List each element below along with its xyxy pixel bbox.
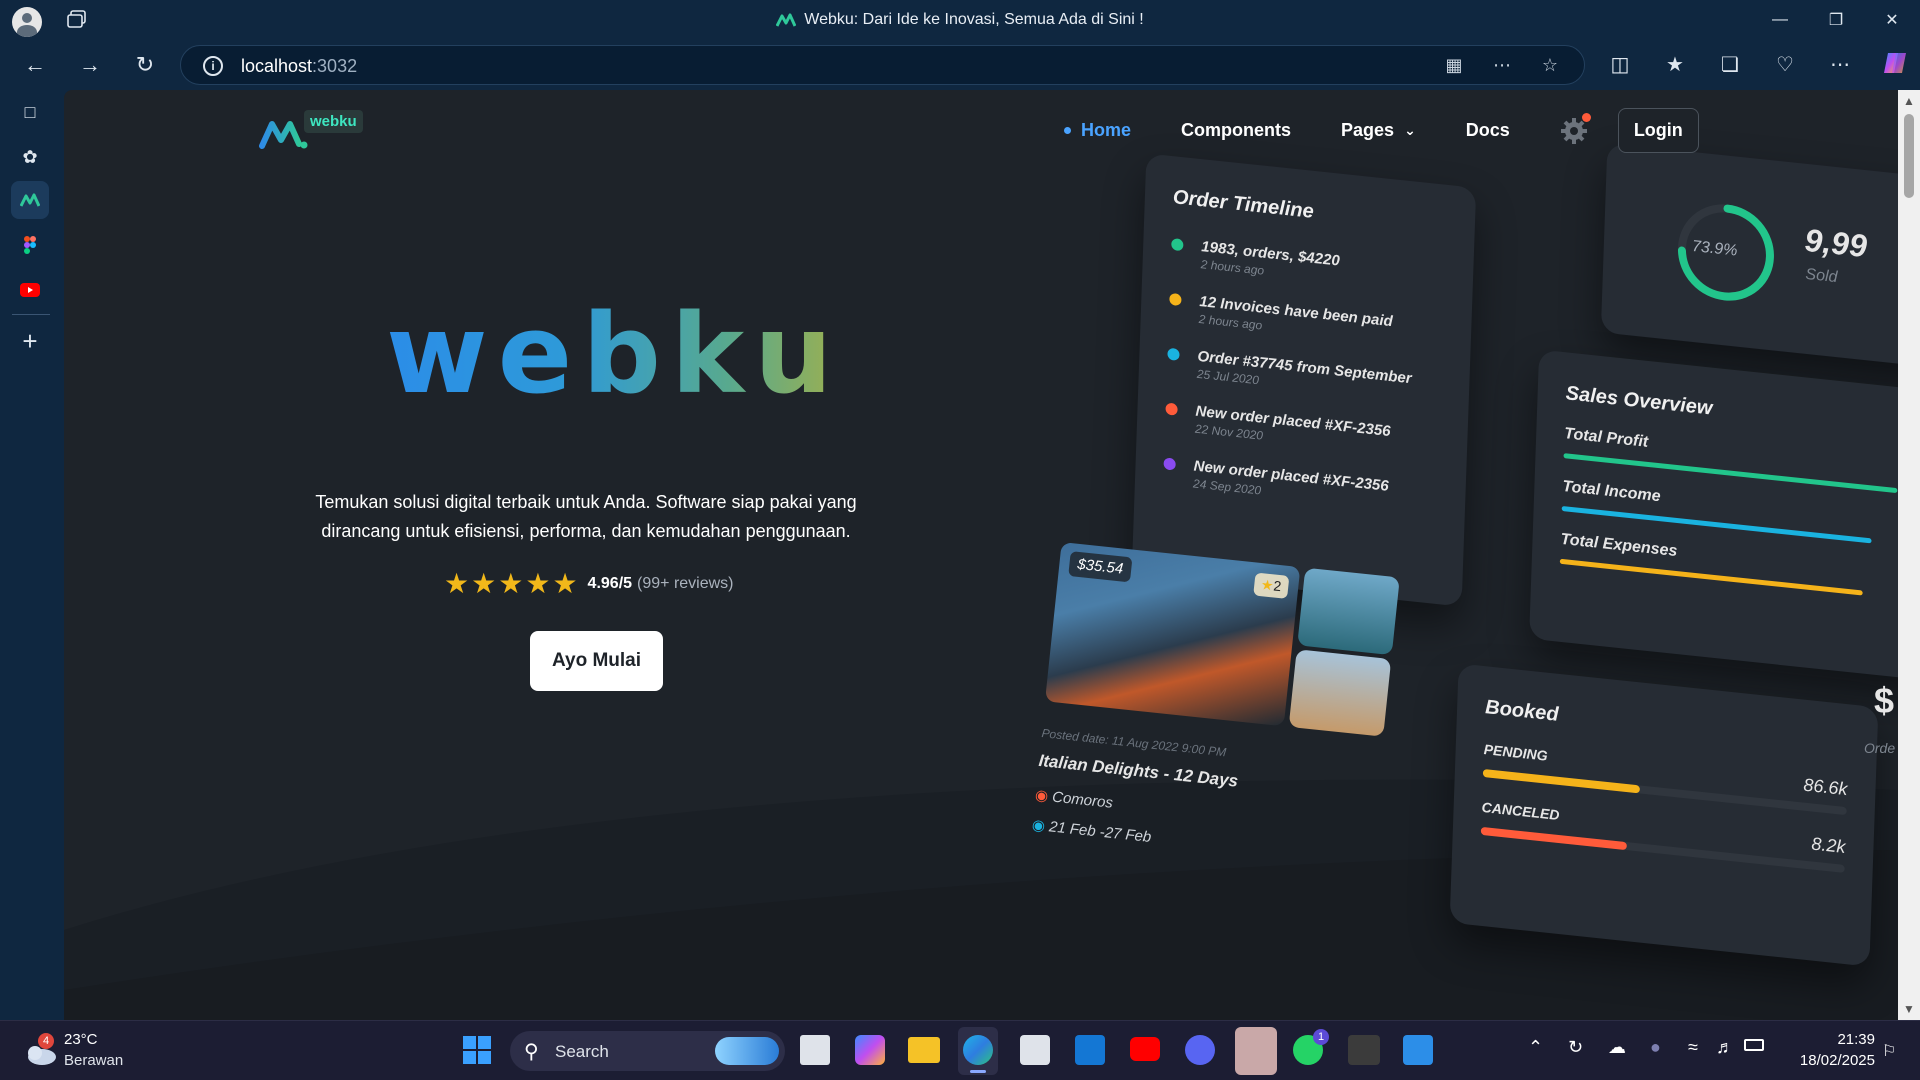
cta-button[interactable]: Ayo Mulai (530, 631, 663, 691)
favorite-star-icon[interactable]: ☆ (1539, 55, 1561, 77)
youtube-icon[interactable] (11, 271, 49, 309)
star-icon: ★ (552, 568, 578, 599)
logo-text: webku (304, 110, 363, 133)
main-nav: Home Components Pages ⌄ Docs Login (1064, 108, 1699, 153)
collections-icon[interactable]: ❏ (1715, 50, 1745, 80)
task-view-icon[interactable] (800, 1035, 830, 1065)
copilot-app-icon[interactable] (855, 1035, 885, 1065)
nav-components[interactable]: Components (1181, 120, 1291, 141)
weather-desc: Berawan (64, 1052, 124, 1069)
star-icon: ★ (444, 568, 470, 599)
page-viewport: Order Timeline 1983, orders, $4220 2 hour… (64, 90, 1898, 1020)
outlook-icon[interactable] (1075, 1035, 1105, 1065)
terminal-icon[interactable] (1348, 1035, 1380, 1065)
refresh-icon[interactable]: ↻ (130, 50, 160, 80)
store-icon[interactable] (1020, 1035, 1050, 1065)
vscode-icon[interactable] (1403, 1035, 1433, 1065)
figma-icon[interactable] (11, 226, 49, 264)
site-info-icon[interactable]: i (203, 56, 223, 76)
hero-subtitle: Temukan solusi digital terbaik untuk And… (315, 492, 857, 541)
file-explorer-icon[interactable] (908, 1037, 940, 1063)
rating: ★★★★★ 4.96/5 (99+ reviews) (444, 570, 734, 598)
address-bar[interactable]: i localhost:3032 ▦ ⋯ ☆ (180, 45, 1585, 85)
openai-icon[interactable]: ✿ (11, 138, 49, 176)
minimize-icon[interactable]: — (1752, 0, 1808, 40)
search-highlight-icon (715, 1037, 779, 1065)
settings-gear-icon[interactable] (1560, 112, 1591, 145)
webku-tab-icon[interactable] (11, 181, 49, 219)
active-app-icon[interactable] (1235, 1027, 1277, 1075)
whatsapp-badge: 1 (1313, 1029, 1329, 1045)
browser-essentials-icon[interactable]: ♡ (1770, 50, 1800, 80)
nav-docs[interactable]: Docs (1466, 120, 1510, 141)
notification-dot (1581, 112, 1591, 122)
weather-badge: 4 (38, 1033, 54, 1049)
back-icon[interactable]: ← (20, 50, 50, 80)
tab-actions-icon[interactable]: □ (11, 93, 49, 131)
browser-sidebar: □ ✿ + (0, 90, 62, 1020)
page-scrollbar[interactable]: ▲ ▼ (1898, 90, 1920, 1020)
apps-icon[interactable]: ▦ (1443, 55, 1465, 77)
browser-title-bar: Webku: Dari Ide ke Inovasi, Semua Ada di… (0, 0, 1920, 40)
favorites-icon[interactable]: ★ (1660, 50, 1690, 80)
close-icon[interactable]: ✕ (1864, 0, 1920, 40)
clock-time[interactable]: 21:39 (1780, 1031, 1875, 1048)
scroll-thumb[interactable] (1904, 114, 1914, 198)
wifi-icon[interactable]: ≈ (1688, 1037, 1698, 1058)
search-placeholder: Search (555, 1042, 609, 1061)
whatsapp-icon[interactable]: 1 (1293, 1029, 1329, 1065)
add-icon[interactable]: + (11, 322, 49, 360)
site-logo[interactable]: webku (259, 110, 369, 150)
rating-score: 4.96/5 (587, 575, 633, 592)
browser-toolbar: ← → ↻ i localhost:3032 ▦ ⋯ ☆ ◫ ★ ❏ ♡ ⋯ (0, 40, 1920, 90)
star-icon: ★ (525, 568, 551, 599)
rating-reviews: (99+ reviews) (637, 575, 734, 592)
address-url[interactable]: localhost:3032 (241, 56, 357, 77)
volume-icon[interactable]: ♬ (1716, 1037, 1734, 1058)
reading-mode-icon[interactable]: ⋯ (1491, 55, 1513, 77)
webku-favicon-icon (775, 13, 797, 32)
chevron-up-icon[interactable]: ⌃ (1528, 1037, 1543, 1058)
split-screen-icon[interactable]: ◫ (1605, 50, 1635, 80)
onedrive-icon[interactable]: ☁ (1608, 1037, 1626, 1058)
nav-pages[interactable]: Pages ⌄ (1341, 120, 1416, 141)
window-title: Webku: Dari Ide ke Inovasi, Semua Ada di… (0, 11, 1920, 32)
rating-stars: ★★★★★ (444, 570, 580, 598)
login-button[interactable]: Login (1617, 108, 1699, 153)
active-dot-icon (1064, 127, 1071, 134)
tab-title-text: Webku: Dari Ide ke Inovasi, Semua Ada di… (804, 11, 1144, 28)
forward-icon[interactable]: → (75, 50, 105, 80)
search-icon: ⚲ (524, 1041, 539, 1063)
star-icon: ★ (471, 568, 497, 599)
microphone-icon[interactable]: ● (1650, 1037, 1661, 1058)
sidebar-divider (12, 314, 50, 315)
webku-logo-icon (259, 121, 308, 149)
more-menu-icon[interactable]: ⋯ (1825, 50, 1855, 80)
scroll-down-icon[interactable]: ▼ (1903, 1002, 1915, 1016)
background-shape (64, 779, 1898, 1020)
nav-home[interactable]: Home (1064, 120, 1131, 141)
taskbar: 4 23°C Berawan ⚲ Search 1 ⌃ ↻ ☁ ● ≈ ♬ 21… (0, 1020, 1920, 1080)
restore-icon[interactable]: ❐ (1808, 0, 1864, 40)
clock-date[interactable]: 18/02/2025 (1780, 1052, 1875, 1069)
edge-app-icon[interactable] (958, 1027, 998, 1075)
taskbar-search[interactable]: ⚲ Search (510, 1031, 785, 1071)
weather-widget[interactable]: 4 (20, 1031, 60, 1071)
window-controls: — ❐ ✕ (1752, 0, 1920, 40)
weather-temp: 23°C (64, 1031, 98, 1048)
discord-icon[interactable] (1185, 1035, 1215, 1065)
sync-icon[interactable]: ↻ (1568, 1037, 1583, 1058)
scroll-up-icon[interactable]: ▲ (1903, 94, 1915, 108)
notifications-icon[interactable]: ⚐ (1882, 1041, 1896, 1061)
youtube-app-icon[interactable] (1130, 1037, 1160, 1061)
star-icon: ★ (498, 568, 524, 599)
windows-start-icon[interactable] (462, 1035, 494, 1067)
hero-title: webku (386, 290, 843, 418)
chevron-down-icon: ⌄ (1404, 122, 1416, 138)
copilot-icon[interactable] (1880, 50, 1910, 80)
battery-icon[interactable] (1744, 1039, 1764, 1051)
